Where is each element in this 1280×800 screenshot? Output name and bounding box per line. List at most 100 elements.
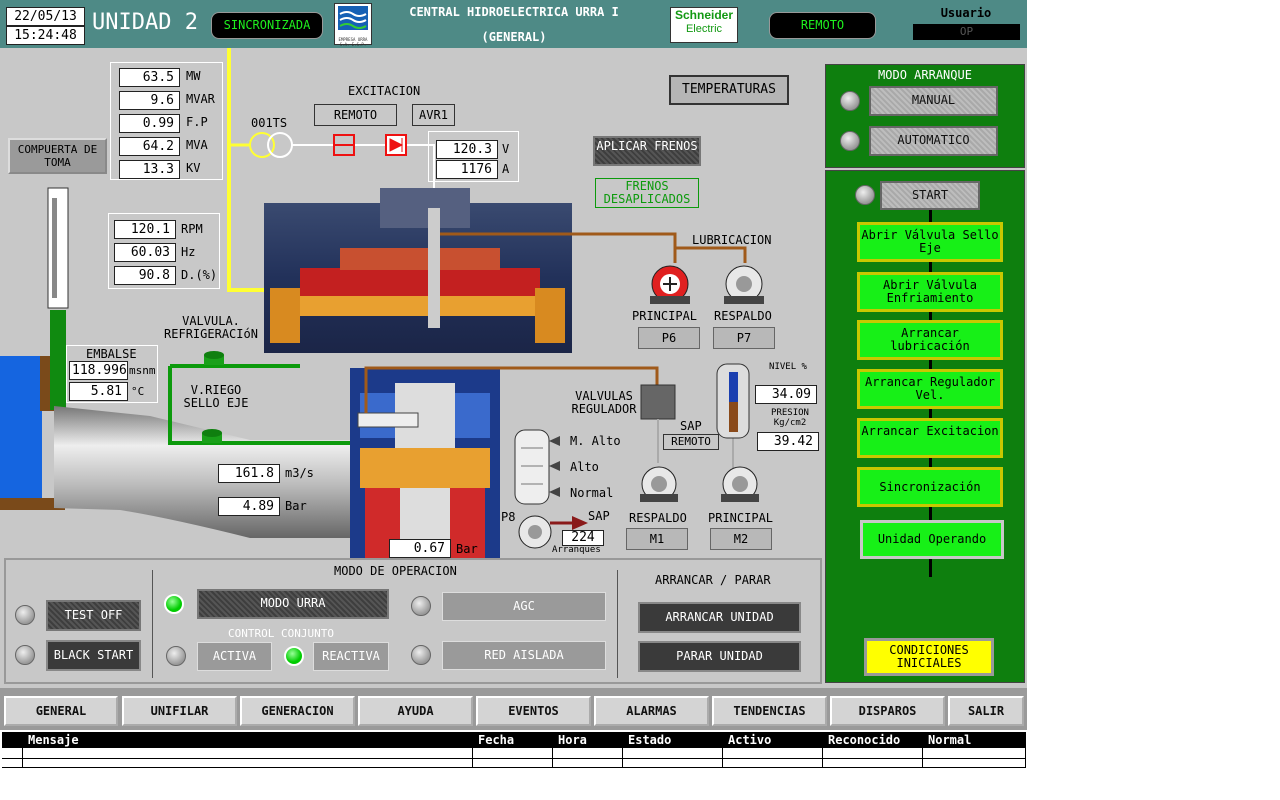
valve-riego-label: V.RIEGO SELLO EJE bbox=[183, 383, 249, 410]
temperatures-button[interactable]: TEMPERATURAS bbox=[669, 75, 789, 105]
parar-unidad-button[interactable]: PARAR UNIDAD bbox=[638, 641, 801, 672]
unit-title: UNIDAD 2 bbox=[92, 10, 198, 35]
embalse-title: EMBALSE bbox=[86, 347, 137, 361]
penstock-pressure-unit: Bar bbox=[285, 499, 307, 513]
red-aislada-button[interactable]: RED AISLADA bbox=[442, 641, 606, 670]
excitation-current: 1176 bbox=[436, 160, 498, 179]
flow-value: 161.8 bbox=[218, 464, 280, 483]
mw-value: 63.5 bbox=[119, 68, 180, 87]
valve-riego-icon[interactable] bbox=[202, 425, 224, 441]
date-display: 22/05/13 bbox=[6, 7, 85, 26]
pump-p6-button[interactable]: P6 bbox=[638, 327, 700, 349]
brand-line1: Schneider bbox=[674, 8, 734, 22]
excitation-voltage-unit: V bbox=[502, 142, 510, 156]
embalse-level-unit: msnm bbox=[129, 364, 156, 377]
nav-salir[interactable]: SALIR bbox=[948, 696, 1024, 726]
urra-logo: EMPRESA URRA S.A. E.S.P. bbox=[334, 3, 372, 47]
nav-ayuda[interactable]: AYUDA bbox=[358, 696, 473, 726]
pump-p7-button[interactable]: P7 bbox=[713, 327, 775, 349]
plant-subtitle: (GENERAL) bbox=[481, 30, 547, 44]
automatico-button[interactable]: AUTOMATICO bbox=[869, 126, 998, 156]
step-abrir-valvula-enfriamiento[interactable]: Abrir Válvula Enfriamiento bbox=[857, 272, 1003, 312]
step-abrir-valvula-sello[interactable]: Abrir Válvula Sello Eje bbox=[857, 222, 1003, 262]
start-mode-title: MODO ARRANQUE bbox=[878, 68, 972, 82]
lubrication-principal-label: PRINCIPAL bbox=[632, 309, 698, 323]
condiciones-iniciales-button[interactable]: CONDICIONES INICIALES bbox=[864, 638, 994, 676]
sync-status: SINCRONIZADA bbox=[211, 12, 323, 39]
embalse-temp-unit: °C bbox=[131, 385, 145, 398]
hz-unit: Hz bbox=[181, 245, 196, 259]
excitation-current-unit: A bbox=[502, 162, 510, 176]
start-button[interactable]: START bbox=[880, 181, 980, 210]
arranques-label: Arranques bbox=[552, 545, 601, 555]
black-start-led bbox=[15, 645, 35, 665]
activa-button[interactable]: ACTIVA bbox=[197, 642, 272, 671]
compuerta-toma-button[interactable]: COMPUERTA DE TOMA bbox=[8, 138, 107, 174]
flow-unit: m3/s bbox=[285, 466, 314, 480]
sap-pressure-label: PRESION Kg/cm2 bbox=[771, 408, 809, 428]
test-off-button[interactable]: TEST OFF bbox=[46, 600, 141, 631]
col-mensaje: Mensaje bbox=[28, 733, 79, 747]
sump-m-alto-label: M. Alto bbox=[570, 434, 621, 448]
apply-brakes-button[interactable]: APLICAR FRENOS bbox=[593, 136, 701, 166]
sap-respaldo-label: RESPALDO bbox=[629, 511, 687, 525]
sap-principal-label: PRINCIPAL bbox=[708, 511, 774, 525]
operation-mode-title: MODO DE OPERACION bbox=[334, 564, 457, 578]
logo-caption: EMPRESA URRA S.A. E.S.P. bbox=[338, 37, 368, 47]
nav-unifilar[interactable]: UNIFILAR bbox=[122, 696, 237, 726]
nav-tendencias[interactable]: TENDENCIAS bbox=[712, 696, 827, 726]
arranques-count: 224 bbox=[562, 530, 604, 546]
modo-urra-button[interactable]: MODO URRA bbox=[197, 589, 389, 619]
embalse-temp: 5.81 bbox=[69, 382, 128, 401]
nav-alarmas[interactable]: ALARMAS bbox=[594, 696, 709, 726]
agc-button[interactable]: AGC bbox=[442, 592, 606, 621]
embalse-level: 118.996 bbox=[69, 361, 128, 380]
kv-value: 13.3 bbox=[119, 160, 180, 179]
mva-unit: MVA bbox=[186, 138, 208, 152]
nav-generacion[interactable]: GENERACION bbox=[240, 696, 355, 726]
sap-mode: REMOTO bbox=[663, 434, 719, 450]
valve-refrigeracion-label: VALVULA. REFRIGERACIóN bbox=[164, 314, 258, 341]
nav-disparos[interactable]: DISPAROS bbox=[830, 696, 945, 726]
user-label: Usuario bbox=[940, 6, 992, 20]
mva-value: 64.2 bbox=[119, 137, 180, 156]
col-estado: Estado bbox=[628, 733, 672, 747]
excitation-title: EXCITACION bbox=[348, 84, 421, 98]
alarm-table-body[interactable] bbox=[2, 748, 1026, 768]
reactiva-button[interactable]: REACTIVA bbox=[313, 642, 389, 671]
step-arrancar-regulador[interactable]: Arrancar Regulador Vel. bbox=[857, 369, 1003, 409]
pump-m1-button[interactable]: M1 bbox=[626, 528, 688, 550]
mw-unit: MW bbox=[186, 69, 201, 83]
penstock-pressure: 4.89 bbox=[218, 497, 280, 516]
kv-unit: KV bbox=[186, 161, 201, 175]
step-arrancar-excitacion[interactable]: Arrancar Excitacion bbox=[857, 418, 1003, 458]
nav-general[interactable]: GENERAL bbox=[4, 696, 118, 726]
nav-eventos[interactable]: EVENTOS bbox=[476, 696, 591, 726]
black-start-button[interactable]: BLACK START bbox=[46, 640, 141, 671]
step-unidad-operando[interactable]: Unidad Operando bbox=[860, 520, 1004, 559]
lubrication-respaldo-label: RESPALDO bbox=[714, 309, 772, 323]
arrancar-parar-title: ARRANCAR / PARAR bbox=[655, 573, 771, 587]
reactiva-led bbox=[284, 646, 304, 666]
arrancar-unidad-button[interactable]: ARRANCAR UNIDAD bbox=[638, 602, 801, 633]
test-off-led bbox=[15, 605, 35, 625]
sap-level-value: 34.09 bbox=[755, 385, 817, 404]
transformer-label: 001TS bbox=[251, 116, 288, 130]
brakes-status: FRENOS DESAPLICADOS bbox=[595, 178, 699, 208]
step-arrancar-lubricacion[interactable]: Arrancar lubricación bbox=[857, 320, 1003, 360]
control-mode-status: REMOTO bbox=[769, 12, 876, 39]
avr-status[interactable]: AVR1 bbox=[412, 104, 455, 126]
mvar-unit: MVAR bbox=[186, 92, 215, 106]
manual-button[interactable]: MANUAL bbox=[869, 86, 998, 116]
sap-arrow-label: SAP bbox=[588, 509, 610, 523]
automatico-led bbox=[840, 131, 860, 151]
sap-pressure-value: 39.42 bbox=[757, 432, 819, 451]
step-sincronizacion[interactable]: Sincronización bbox=[857, 467, 1003, 507]
col-fecha: Fecha bbox=[478, 733, 515, 747]
hz-value: 60.03 bbox=[114, 243, 176, 262]
valve-refrigeracion-icon[interactable] bbox=[204, 347, 226, 363]
control-conjunto-label: CONTROL CONJUNTO bbox=[228, 627, 334, 640]
pump-m2-button[interactable]: M2 bbox=[710, 528, 772, 550]
user-value: OP bbox=[913, 24, 1020, 40]
draft-pressure: 0.67 bbox=[389, 539, 451, 558]
